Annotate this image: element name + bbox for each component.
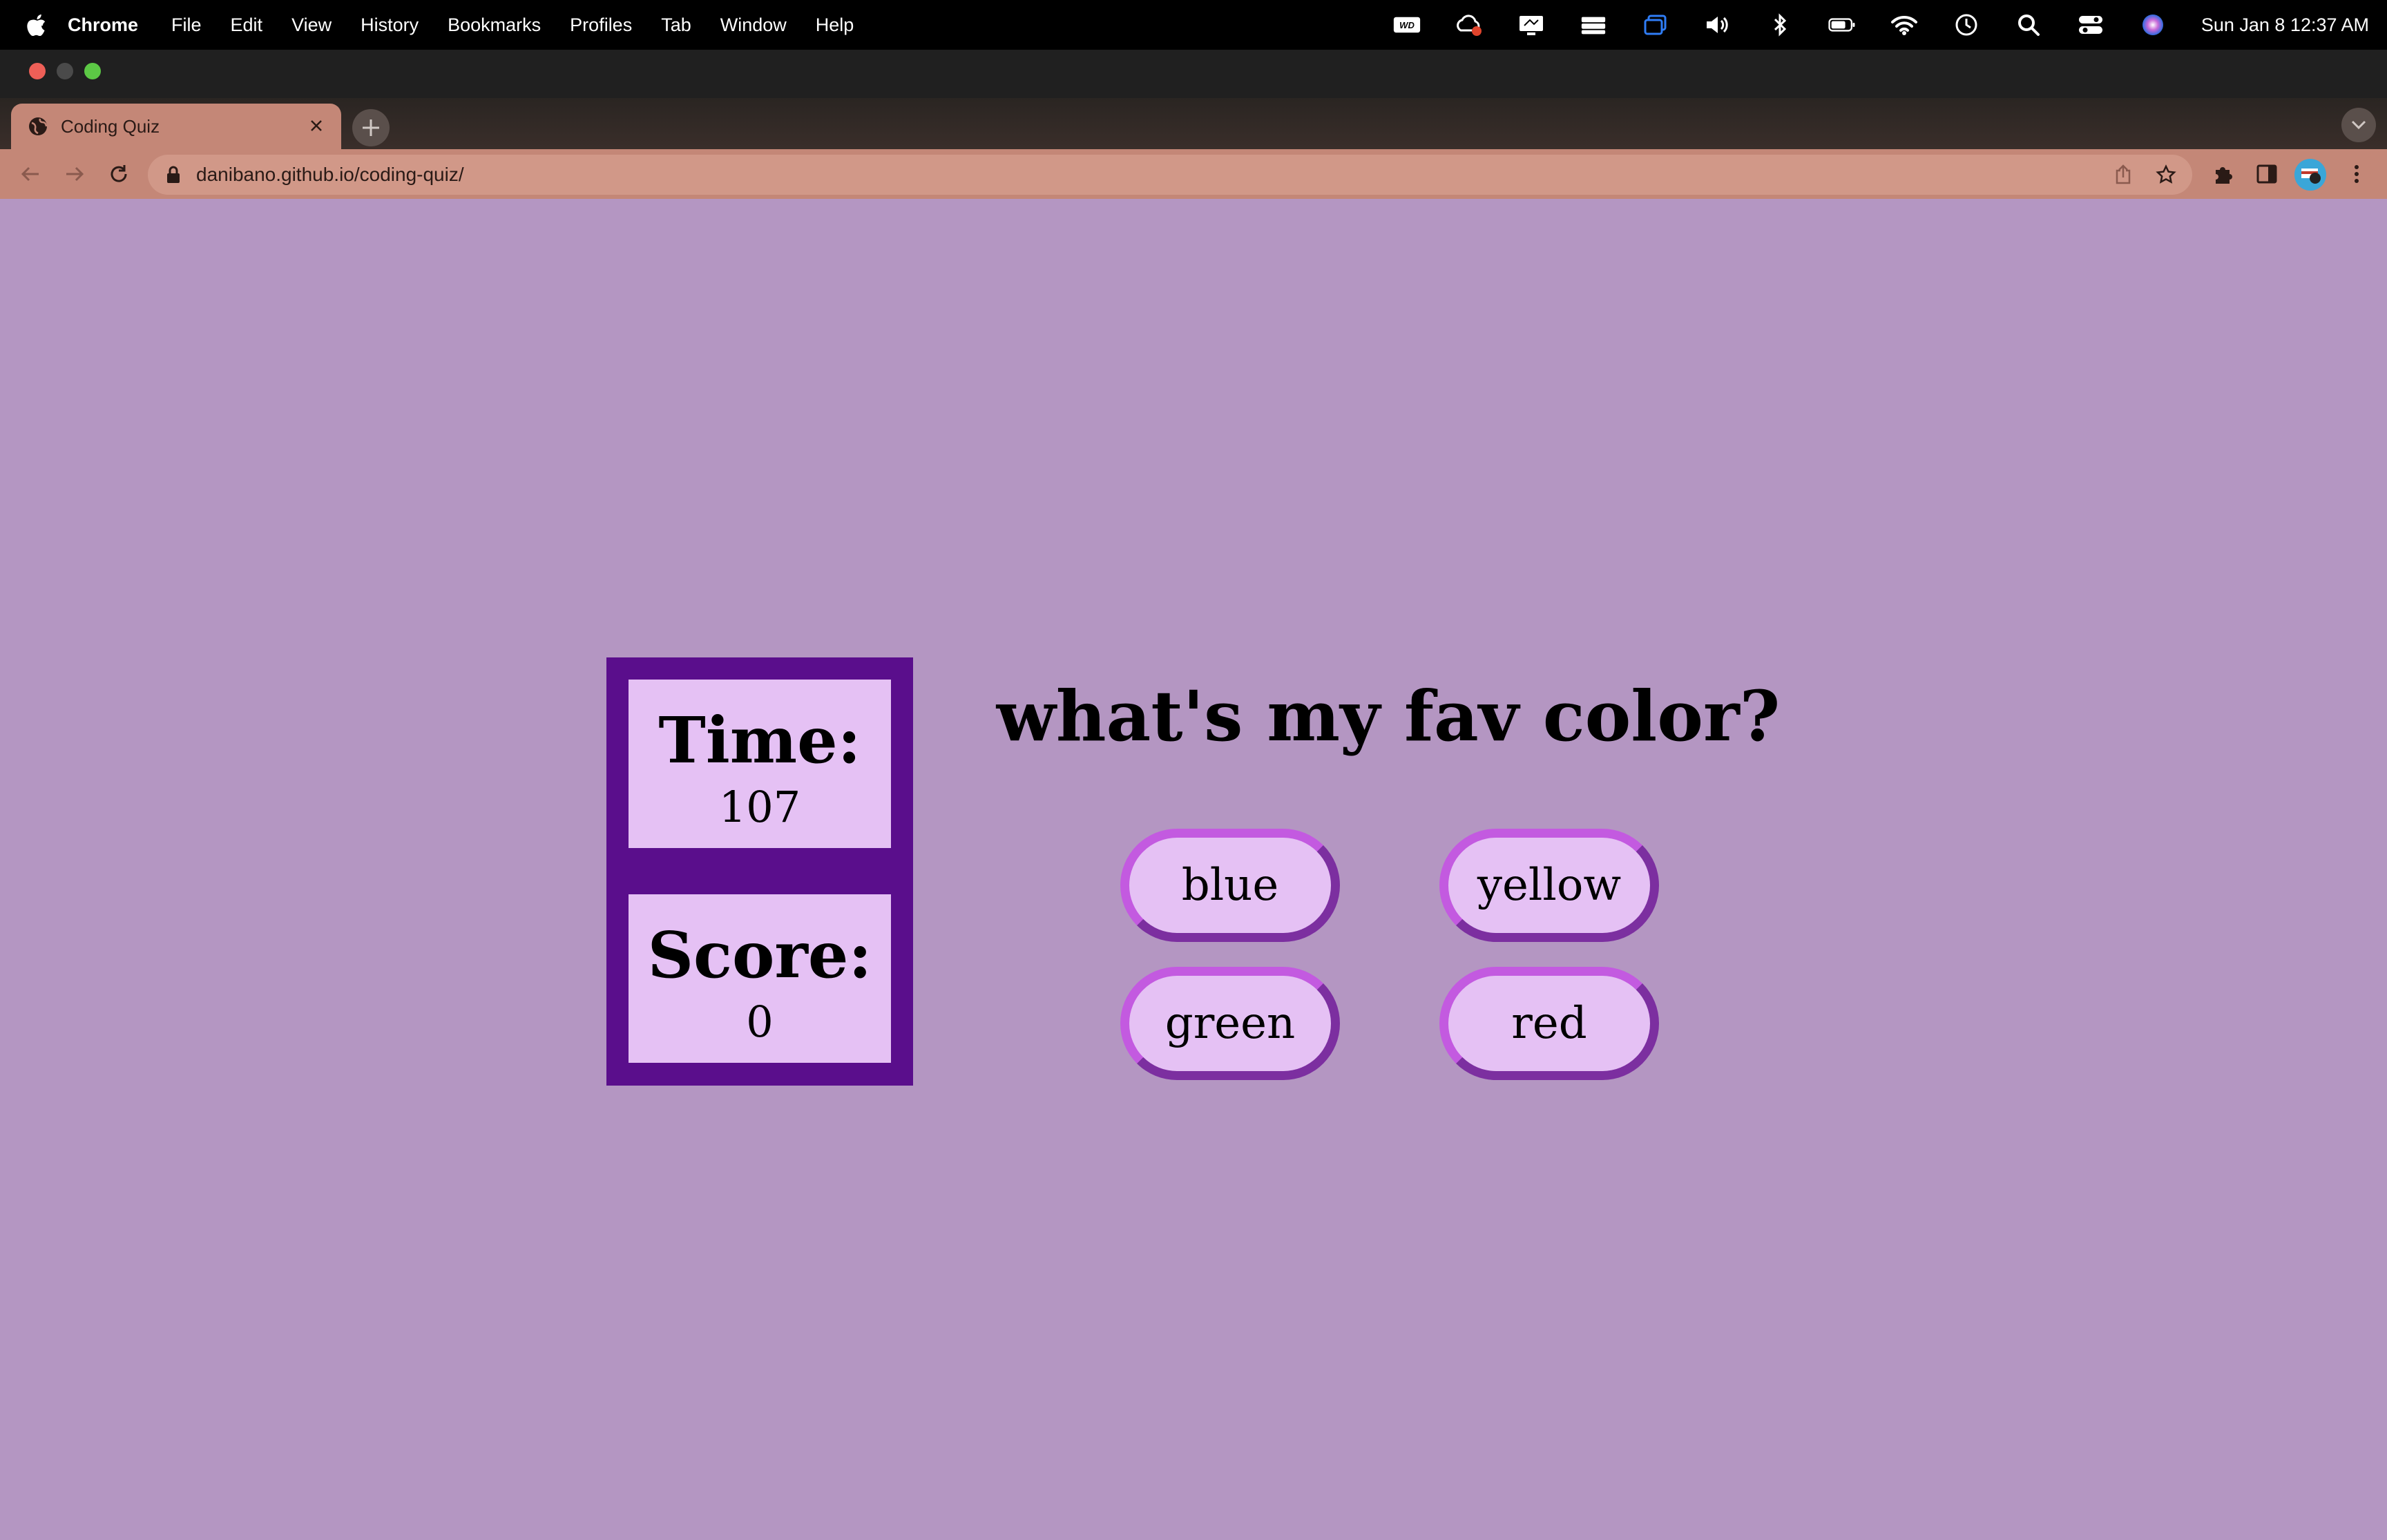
menu-app-name[interactable]: Chrome [68,15,138,36]
lock-icon[interactable] [166,166,181,184]
tab-search-button[interactable] [2341,108,2376,142]
chevron-down-icon [2351,120,2366,130]
bluetooth-icon[interactable] [1766,11,1794,39]
display-icon[interactable] [1517,11,1545,39]
menu-file[interactable]: File [171,15,202,36]
cloud-sync-icon[interactable] [1455,11,1483,39]
menu-view[interactable]: View [291,15,332,36]
menu-help[interactable]: Help [816,15,854,36]
menu-profiles[interactable]: Profiles [570,15,632,36]
window-icon[interactable] [1642,11,1669,39]
timer-value: 107 [718,782,801,832]
window-title-strip [0,50,2387,98]
answer-button-red[interactable]: red [1439,967,1659,1080]
menu-bar: Chrome File Edit View History Bookmarks … [0,0,2387,50]
menu-bookmarks[interactable]: Bookmarks [448,15,541,36]
menu-window[interactable]: Window [720,15,787,36]
close-window-button[interactable] [29,63,46,79]
minimize-window-button[interactable] [57,63,73,79]
tab-title: Coding Quiz [61,116,160,137]
question-text: what's my fav color? [996,675,1781,757]
battery-icon[interactable] [1828,11,1856,39]
answer-button-green[interactable]: green [1120,967,1340,1080]
wd-icon[interactable]: WD [1393,11,1421,39]
url-text[interactable]: danibano.github.io/coding-quiz/ [196,164,464,186]
score-value: 0 [746,997,774,1047]
chrome-menu-icon[interactable] [2343,160,2370,188]
menu-history[interactable]: History [361,15,419,36]
menu-edit[interactable]: Edit [231,15,263,36]
tab-coding-quiz[interactable]: Coding Quiz [11,104,341,149]
time-machine-icon[interactable] [1953,11,1980,39]
apple-icon[interactable] [26,13,47,37]
stack-icon[interactable] [1580,11,1607,39]
menu-tab[interactable]: Tab [661,15,691,36]
score-panel: Score: 0 [629,894,891,1063]
stats-sidebar: Time: 107 Score: 0 [606,657,913,1086]
control-center-icon[interactable] [2077,11,2105,39]
extensions-icon[interactable] [2209,160,2236,188]
menu-clock[interactable]: Sun Jan 8 12:37 AM [2201,15,2369,36]
spotlight-icon[interactable] [2015,11,2042,39]
answer-button-yellow[interactable]: yellow [1439,829,1659,942]
wifi-icon[interactable] [1890,11,1918,39]
svg-text:WD: WD [1399,20,1415,30]
siri-icon[interactable] [2139,11,2167,39]
profile-avatar[interactable] [2294,159,2326,191]
forward-arrow-icon [66,166,84,182]
close-tab-icon[interactable] [303,112,330,139]
score-label: Score: [647,918,872,992]
answer-button-blue[interactable]: blue [1120,829,1340,942]
forward-button[interactable] [61,160,88,188]
back-arrow-icon [21,166,39,182]
timer-panel: Time: 107 [629,680,891,848]
new-tab-button[interactable] [352,109,390,146]
globe-icon [29,117,48,135]
zoom-window-button[interactable] [84,63,101,79]
reload-button[interactable] [105,160,133,188]
side-panel-icon[interactable] [2253,160,2281,188]
share-icon[interactable] [2111,162,2136,187]
reload-icon [111,165,127,182]
volume-icon[interactable] [1704,11,1732,39]
address-bar[interactable]: danibano.github.io/coding-quiz/ [148,155,2192,195]
bookmark-star-icon[interactable] [2154,162,2178,187]
back-button[interactable] [17,160,44,188]
timer-label: Time: [658,703,861,778]
